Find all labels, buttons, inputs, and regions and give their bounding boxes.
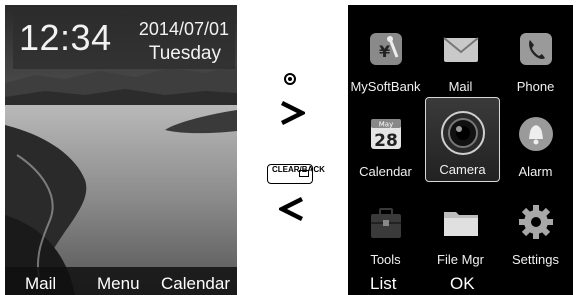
- phone-icon: [519, 33, 552, 65]
- menu-item-tools[interactable]: Tools: [348, 188, 423, 273]
- calendar-icon-month: May: [378, 121, 392, 129]
- standby-softkey-bar: Mail Menu Calendar: [5, 273, 237, 295]
- softkey-list[interactable]: List: [370, 274, 396, 294]
- gear-icon: [518, 205, 553, 239]
- back-arrow-icon: [279, 196, 304, 222]
- mini-mail-icon: [299, 170, 309, 177]
- mail-icon: [442, 37, 479, 62]
- menu-label-alarm: Alarm: [518, 164, 553, 179]
- menu-item-alarm[interactable]: Alarm: [498, 100, 573, 185]
- clock-day: Tuesday: [148, 43, 221, 64]
- menu-label-settings: Settings: [512, 252, 559, 267]
- menu-item-calendar[interactable]: May 28 Calendar: [348, 100, 423, 185]
- clock-panel: 12:34 2014/07/01 Tuesday: [13, 13, 235, 69]
- menu-item-mysoftbank[interactable]: ¥ MySoftBank: [348, 15, 423, 100]
- clear-back-key-icon: CLEAR/BACK: [267, 164, 325, 184]
- softkey-mail[interactable]: Mail: [25, 274, 56, 294]
- menu-item-settings[interactable]: Settings: [498, 188, 573, 273]
- camera-icon: [440, 111, 485, 155]
- clock-date: 2014/07/01: [138, 19, 229, 39]
- alarm-bell-icon: [518, 117, 553, 151]
- menu-item-file-mgr[interactable]: File Mgr: [423, 188, 498, 273]
- softkey-calendar[interactable]: Calendar: [161, 274, 230, 294]
- main-menu-screen: ¥ MySoftBank Mail Phone May 28 Calendar …: [348, 5, 573, 295]
- center-select-key-icon: [284, 73, 296, 85]
- comparison-figure: 12:34 2014/07/01 Tuesday Mail Menu Calen…: [0, 0, 577, 295]
- clear-back-key-label: CLEAR/BACK: [272, 165, 325, 174]
- menu-item-mail[interactable]: Mail: [423, 15, 498, 100]
- menu-label-phone: Phone: [516, 79, 555, 94]
- tools-icon: [370, 208, 401, 238]
- calendar-icon: May 28: [370, 119, 401, 151]
- clock-time: 12:34: [19, 17, 112, 58]
- standby-screen: 12:34 2014/07/01 Tuesday Mail Menu Calen…: [5, 5, 237, 295]
- folder-icon: [443, 212, 478, 236]
- menu-label-mysoftbank: MySoftBank: [350, 79, 421, 94]
- menu-label-camera: Camera: [439, 162, 486, 177]
- menu-label-mail: Mail: [448, 79, 473, 94]
- menu-item-phone[interactable]: Phone: [498, 15, 573, 100]
- mysoftbank-icon: ¥: [369, 33, 402, 65]
- softkey-ok[interactable]: OK: [450, 274, 475, 294]
- menu-softkey-bar: List OK: [348, 273, 573, 295]
- menu-item-camera[interactable]: Camera: [425, 97, 500, 182]
- softkey-menu[interactable]: Menu: [97, 274, 140, 294]
- menu-label-calendar: Calendar: [359, 164, 412, 179]
- calendar-icon-day: 28: [374, 131, 398, 151]
- svg-text:¥: ¥: [379, 42, 390, 61]
- menu-label-tools: Tools: [370, 252, 401, 267]
- next-arrow-icon: [280, 100, 305, 126]
- menu-label-file-mgr: File Mgr: [437, 252, 484, 267]
